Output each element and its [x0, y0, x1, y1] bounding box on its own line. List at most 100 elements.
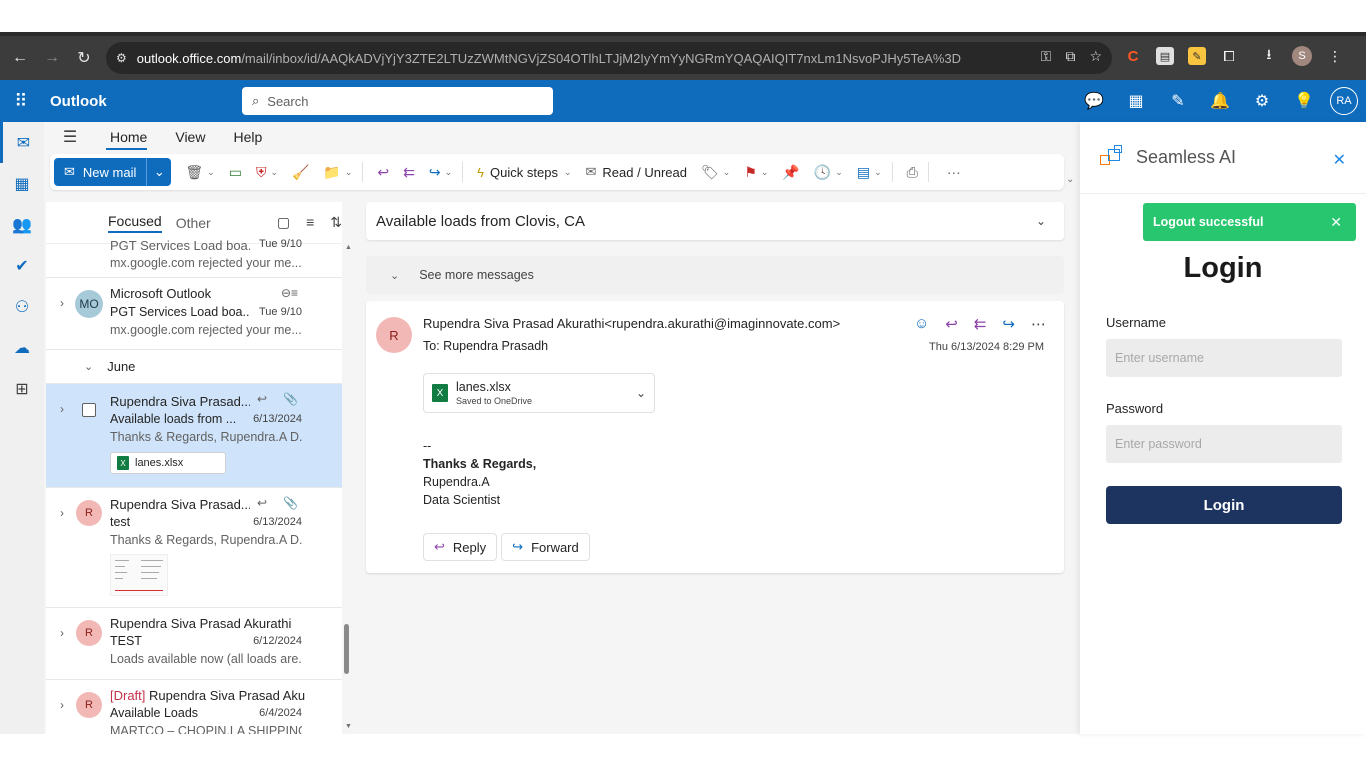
todo-check-icon[interactable]: ✔: [0, 245, 44, 286]
attachment-chevron-icon[interactable]: ⌄: [636, 386, 646, 400]
reply-button[interactable]: ↩ Reply: [423, 533, 498, 561]
my-day-icon[interactable]: ✎: [1168, 89, 1188, 113]
tab-view[interactable]: View: [161, 122, 219, 152]
tips-lightbulb-icon[interactable]: 💡: [1294, 89, 1314, 113]
collapse-chevron-icon[interactable]: ⌄: [84, 360, 93, 373]
sort-icon[interactable]: ⇅: [330, 214, 342, 231]
extensions-puzzle-icon[interactable]: ⧠: [1220, 47, 1238, 65]
url-text[interactable]: outlook.office.com/mail/inbox/id/AAQkADV…: [137, 51, 1017, 66]
list-item[interactable]: › R [Draft] Rupendra Siva Prasad Aku... …: [46, 680, 342, 734]
reload-icon[interactable]: ↻: [68, 42, 100, 74]
reply-all-icon[interactable]: ⇇: [974, 315, 987, 333]
more-apps-icon[interactable]: ⊞: [0, 368, 44, 409]
report-icon[interactable]: ⛨ ⌄: [256, 164, 278, 181]
password-input[interactable]: [1106, 425, 1342, 463]
expand-chevron-icon[interactable]: ›: [60, 698, 64, 712]
notifications-bell-icon[interactable]: 🔔: [1210, 89, 1230, 113]
tab-home[interactable]: Home: [96, 122, 161, 152]
reply-all-icon[interactable]: ⇇: [403, 164, 415, 181]
reply-icon[interactable]: ↩: [945, 315, 958, 333]
extension-doc-icon[interactable]: ▤: [1156, 47, 1174, 65]
group-header-june[interactable]: ⌄ June: [46, 350, 342, 384]
site-info-icon[interactable]: ⚙: [116, 51, 127, 65]
list-item[interactable]: › R Rupendra Siva Prasad... ↩ 📎 test 6/13…: [46, 488, 342, 608]
filter-icon[interactable]: ≡: [306, 214, 314, 231]
back-icon[interactable]: ←: [4, 42, 36, 74]
tab-other[interactable]: Other: [176, 215, 211, 231]
scroll-down-arrow-icon[interactable]: ▼: [345, 723, 352, 730]
reply-icon[interactable]: ↩: [377, 164, 389, 181]
sweep-icon[interactable]: 🧹: [292, 164, 309, 181]
people-icon[interactable]: 👥: [0, 204, 44, 245]
tab-focused[interactable]: Focused: [108, 213, 162, 233]
print-icon[interactable]: ⎙: [907, 164, 918, 181]
browser-profile-avatar[interactable]: S: [1292, 46, 1312, 66]
teams-icon[interactable]: ⚇: [0, 286, 44, 327]
extension-c-icon[interactable]: C: [1124, 47, 1142, 65]
mail-icon[interactable]: ✉: [0, 122, 44, 163]
more-actions-icon[interactable]: ⋯: [1031, 315, 1046, 333]
pin-icon[interactable]: 📌: [782, 164, 799, 181]
settings-gear-icon[interactable]: ⚙: [1252, 89, 1272, 113]
bookmark-star-icon[interactable]: ☆: [1089, 48, 1102, 65]
teams-chat-icon[interactable]: 💬: [1084, 89, 1104, 113]
scroll-up-arrow-icon[interactable]: ▲: [345, 244, 352, 251]
list-item[interactable]: › MO Microsoft Outlook ⊖≡ PGT Services L…: [46, 278, 342, 350]
select-checkbox[interactable]: [82, 403, 96, 417]
onedrive-cloud-icon[interactable]: ☁: [0, 327, 44, 368]
expand-chevron-icon[interactable]: ›: [60, 402, 64, 416]
forward-button[interactable]: ↪ Forward: [501, 533, 590, 561]
search-placeholder[interactable]: Search: [267, 94, 308, 109]
quick-steps-button[interactable]: ϟ Quick steps ⌄: [477, 165, 571, 180]
account-avatar[interactable]: RA: [1330, 87, 1358, 115]
see-more-messages[interactable]: ⌄ See more messages: [366, 256, 1064, 294]
delete-icon[interactable]: 🗑 ⌄: [185, 164, 214, 181]
expand-chevron-icon[interactable]: ›: [60, 506, 64, 520]
app-title[interactable]: Outlook: [50, 93, 107, 110]
toast-close-icon[interactable]: ✕: [1330, 214, 1342, 231]
app-launcher-icon[interactable]: ⠿: [0, 80, 42, 122]
attachment-thumbnail[interactable]: [110, 554, 168, 596]
to-recipient[interactable]: Rupendra Prasadh: [443, 339, 548, 353]
forward-mail-icon[interactable]: ↪ ⌄: [429, 164, 452, 181]
close-icon[interactable]: ✕: [1333, 150, 1346, 170]
login-button[interactable]: Login: [1106, 486, 1342, 524]
new-mail-button[interactable]: ✉ New mail ⌄: [54, 158, 172, 186]
list-item[interactable]: › R Rupendra Siva Prasad Akurathi TEST 6…: [46, 608, 342, 680]
snooze-clock-icon[interactable]: 🕓 ⌄: [814, 164, 843, 181]
message-list-scrollbar[interactable]: [344, 624, 349, 674]
email-from[interactable]: Rupendra Siva Prasad Akurathi<rupendra.a…: [423, 316, 840, 331]
calendar-icon[interactable]: ▦: [0, 163, 44, 204]
ribbon-collapse-icon[interactable]: ⌄: [1066, 174, 1074, 185]
select-icon[interactable]: ▢: [277, 214, 290, 231]
rules-icon[interactable]: ▤ ⌄: [857, 164, 882, 181]
list-item-selected[interactable]: › Rupendra Siva Prasad... ↩ 📎 Available l…: [46, 384, 342, 488]
flag-icon[interactable]: ⚑ ⌄: [744, 164, 768, 181]
download-icon[interactable]: ⭳: [1260, 46, 1278, 65]
subject-chevron-icon[interactable]: ⌄: [1036, 214, 1046, 228]
nav-menu-icon[interactable]: ☰: [44, 127, 96, 147]
forward-icon[interactable]: →: [36, 42, 68, 74]
emoji-reaction-icon[interactable]: ☺: [914, 315, 929, 333]
install-app-icon[interactable]: ⧉: [1065, 48, 1075, 65]
attachment-chip[interactable]: X lanes.xlsx: [110, 452, 226, 474]
browser-menu-icon[interactable]: ⋮: [1326, 47, 1344, 65]
address-bar[interactable]: ⚙ outlook.office.com/mail/inbox/id/AAQkA…: [106, 42, 1112, 74]
tag-icon[interactable]: 🏷 ⌄: [701, 164, 730, 181]
search-box[interactable]: ⌕ Search: [242, 87, 553, 115]
extension-note-icon[interactable]: ✎: [1188, 47, 1206, 65]
onenote-icon[interactable]: ▦: [1126, 89, 1146, 113]
tab-help[interactable]: Help: [219, 122, 276, 152]
new-mail-dropdown-icon[interactable]: ⌄: [147, 164, 171, 180]
expand-chevron-icon[interactable]: ›: [60, 626, 64, 640]
read-unread-button[interactable]: ✉ Read / Unread: [586, 164, 687, 180]
move-to-icon[interactable]: 📁 ⌄: [323, 164, 352, 181]
expand-chevron-icon[interactable]: ›: [60, 296, 64, 310]
username-input[interactable]: [1106, 339, 1342, 377]
forward-icon[interactable]: ↪: [1002, 315, 1015, 333]
archive-icon[interactable]: ▭: [229, 164, 242, 181]
attachment-card[interactable]: X lanes.xlsx Saved to OneDrive ⌄: [423, 373, 655, 413]
list-item[interactable]: PGT Services Load boa... Tue 9/10 mx.goo…: [46, 238, 342, 278]
key-icon[interactable]: ⚿: [1041, 48, 1052, 65]
more-options-icon[interactable]: ···: [947, 164, 961, 180]
